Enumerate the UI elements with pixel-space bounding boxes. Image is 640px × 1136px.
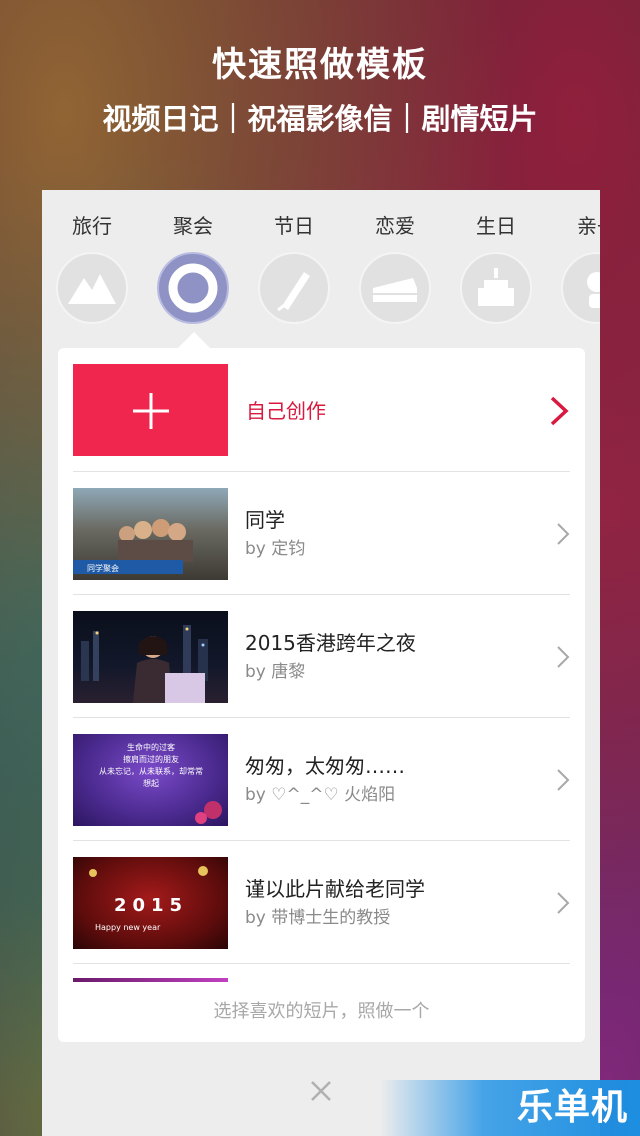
cake-slice-icon bbox=[359, 252, 431, 324]
page-subtitle: 视频日记｜祝福影像信｜剧情短片 bbox=[102, 102, 538, 136]
watermark-text: 乐单机 bbox=[516, 1087, 628, 1128]
category-label: 节日 bbox=[274, 214, 314, 238]
template-thumbnail bbox=[73, 611, 228, 703]
category-label: 恋爱 bbox=[375, 214, 415, 238]
category-love[interactable]: 恋爱 bbox=[355, 212, 435, 324]
divider bbox=[73, 594, 570, 595]
category-label: 旅行 bbox=[72, 214, 112, 238]
header: 快速照做模板 视频日记｜祝福影像信｜剧情短片 bbox=[0, 40, 640, 140]
chevron-right-icon bbox=[550, 396, 569, 426]
plus-icon bbox=[133, 393, 169, 429]
category-party[interactable]: 聚会 bbox=[153, 212, 233, 324]
mountain-icon bbox=[56, 252, 128, 324]
thumb-text: 想起 bbox=[143, 778, 159, 788]
category-travel[interactable]: 旅行 bbox=[52, 212, 132, 324]
create-own-row[interactable]: 自己创作 bbox=[73, 364, 570, 471]
lifebuoy-icon bbox=[157, 252, 229, 324]
thumb-caption: 同学聚会 bbox=[87, 563, 119, 573]
create-own-label: 自己创作 bbox=[246, 399, 326, 423]
divider bbox=[73, 717, 570, 718]
thumb-text: 生命中的过客 bbox=[127, 742, 175, 752]
chevron-right-icon bbox=[557, 769, 570, 791]
category-label: 聚会 bbox=[173, 214, 213, 238]
template-author: by ♡^_^♡ 火焰阳 bbox=[245, 785, 396, 805]
partial-thumbnail bbox=[73, 978, 228, 982]
birthday-cake-icon bbox=[460, 252, 532, 324]
close-icon[interactable] bbox=[306, 1076, 336, 1106]
divider bbox=[73, 963, 570, 964]
thumb-text: 从未忘记，从未联系，却常常 bbox=[99, 766, 203, 776]
active-category-pointer bbox=[178, 332, 210, 348]
template-row[interactable]: 同学聚会 同学 by 定钧 bbox=[73, 488, 570, 580]
template-thumbnail: 生命中的过客 擦肩而过的朋友 从未忘记，从未联系，却常常 想起 bbox=[73, 734, 228, 826]
template-panel: 旅行 聚会 节日 恋爱 生日 亲 自己创作 同学聚会 同学 by 定钧 2015… bbox=[42, 190, 600, 1136]
category-label: 亲子 bbox=[577, 214, 600, 238]
watermark-logo: 乐单机 bbox=[380, 1080, 640, 1136]
category-bar: 旅行 聚会 节日 恋爱 生日 亲 bbox=[42, 190, 600, 340]
template-title: 谨以此片献给老同学 bbox=[245, 877, 425, 901]
template-row[interactable]: 2015 Happy new year 谨以此片献给老同学 by 带博士生的教授 bbox=[73, 857, 570, 949]
category-birthday[interactable]: 生日 bbox=[456, 212, 536, 324]
template-author: by 定钧 bbox=[245, 539, 306, 559]
chevron-right-icon bbox=[557, 646, 570, 668]
template-author: by 带博士生的教授 bbox=[245, 908, 391, 928]
chevron-right-icon bbox=[557, 523, 570, 545]
template-thumbnail: 2015 Happy new year bbox=[73, 857, 228, 949]
template-title: 2015香港跨年之夜 bbox=[245, 631, 416, 655]
firework-icon bbox=[258, 252, 330, 324]
thumb-text: Happy new year bbox=[95, 923, 161, 932]
thumb-text: 擦肩而过的朋友 bbox=[123, 754, 179, 764]
template-author: by 唐黎 bbox=[245, 662, 306, 682]
template-thumbnail: 同学聚会 bbox=[73, 488, 228, 580]
category-festival[interactable]: 节日 bbox=[254, 212, 334, 324]
category-label: 生日 bbox=[476, 214, 516, 238]
create-thumbnail bbox=[73, 364, 228, 456]
footer-hint: 选择喜欢的短片，照做一个 bbox=[213, 1001, 430, 1022]
baby-icon bbox=[561, 252, 600, 324]
template-row[interactable]: 2015香港跨年之夜 by 唐黎 bbox=[73, 611, 570, 703]
template-list: 自己创作 同学聚会 同学 by 定钧 2015香港跨年之夜 by 唐黎 生命中的… bbox=[58, 348, 585, 1042]
template-title: 同学 bbox=[245, 508, 285, 532]
template-title: 匆匆，太匆匆…… bbox=[245, 754, 405, 778]
template-row[interactable]: 生命中的过客 擦肩而过的朋友 从未忘记，从未联系，却常常 想起 匆匆，太匆匆……… bbox=[73, 734, 570, 826]
chevron-right-icon bbox=[557, 892, 570, 914]
page-title: 快速照做模板 bbox=[212, 45, 428, 85]
category-family[interactable]: 亲子 bbox=[557, 212, 600, 324]
divider bbox=[73, 840, 570, 841]
thumb-text: 2015 bbox=[114, 895, 188, 916]
divider bbox=[73, 471, 570, 472]
